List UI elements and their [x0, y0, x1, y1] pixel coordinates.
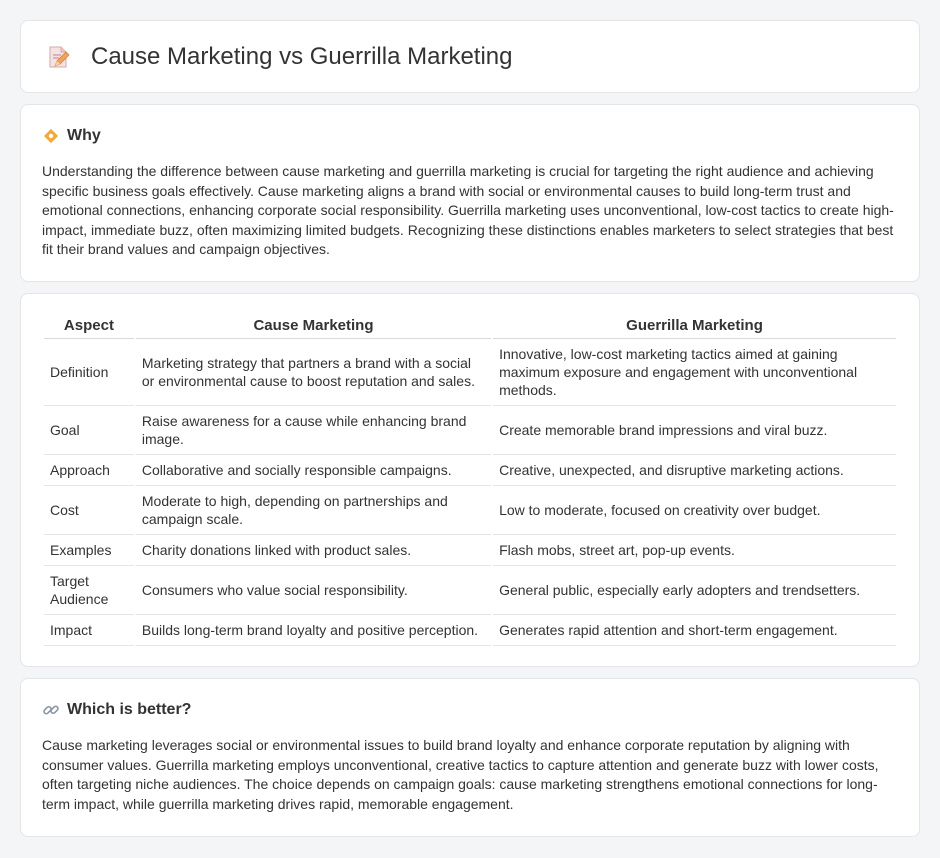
- header-aspect: Aspect: [44, 313, 134, 339]
- cause-cell: Moderate to high, depending on partnersh…: [135, 486, 492, 535]
- which-is-better-section: Which is better? Cause marketing leverag…: [20, 678, 920, 837]
- which-is-better-title: Which is better?: [67, 701, 192, 718]
- aspect-cell: Definition: [44, 339, 134, 406]
- why-text: Understanding the difference between cau…: [42, 163, 894, 258]
- cause-cell: Builds long-term brand loyalty and posit…: [135, 615, 492, 646]
- guerrilla-cell: General public, especially early adopter…: [493, 566, 896, 615]
- guerrilla-cell: Low to moderate, focused on creativity o…: [493, 486, 896, 535]
- header-guerrilla-marketing: Guerrilla Marketing: [493, 313, 896, 339]
- cause-cell: Marketing strategy that partners a brand…: [135, 339, 492, 406]
- diamond-icon: [42, 127, 60, 145]
- table-row: Impact Builds long-term brand loyalty an…: [44, 615, 896, 646]
- aspect-cell: Target Audience: [44, 566, 134, 615]
- guerrilla-cell: Flash mobs, street art, pop-up events.: [493, 535, 896, 566]
- why-section: Why Understanding the difference between…: [20, 104, 920, 282]
- aspect-cell: Cost: [44, 486, 134, 535]
- table-row: Target Audience Consumers who value soci…: [44, 566, 896, 615]
- table-row: Goal Raise awareness for a cause while e…: [44, 406, 896, 455]
- table-row: Definition Marketing strategy that partn…: [44, 339, 896, 406]
- header-cause-marketing: Cause Marketing: [135, 313, 492, 339]
- header-card: Cause Marketing vs Guerrilla Marketing: [20, 20, 920, 93]
- cause-cell: Raise awareness for a cause while enhanc…: [135, 406, 492, 455]
- link-icon: [42, 701, 60, 719]
- comparison-table: Aspect Cause Marketing Guerrilla Marketi…: [42, 313, 898, 646]
- cause-cell: Charity donations linked with product sa…: [135, 535, 492, 566]
- guerrilla-cell: Generates rapid attention and short-term…: [493, 615, 896, 646]
- guerrilla-cell: Create memorable brand impressions and v…: [493, 406, 896, 455]
- table-header-row: Aspect Cause Marketing Guerrilla Marketi…: [44, 313, 896, 339]
- guerrilla-cell: Innovative, low-cost marketing tactics a…: [493, 339, 896, 406]
- comparison-table-card: Aspect Cause Marketing Guerrilla Marketi…: [20, 293, 920, 667]
- why-title: Why: [67, 127, 101, 144]
- aspect-cell: Impact: [44, 615, 134, 646]
- aspect-cell: Approach: [44, 455, 134, 486]
- table-row: Cost Moderate to high, depending on part…: [44, 486, 896, 535]
- aspect-cell: Goal: [44, 406, 134, 455]
- cause-cell: Consumers who value social responsibilit…: [135, 566, 492, 615]
- guerrilla-cell: Creative, unexpected, and disruptive mar…: [493, 455, 896, 486]
- table-row: Examples Charity donations linked with p…: [44, 535, 896, 566]
- aspect-cell: Examples: [44, 535, 134, 566]
- which-is-better-text: Cause marketing leverages social or envi…: [42, 737, 879, 812]
- document-pencil-icon: [45, 44, 71, 70]
- table-row: Approach Collaborative and socially resp…: [44, 455, 896, 486]
- cause-cell: Collaborative and socially responsible c…: [135, 455, 492, 486]
- page-title: Cause Marketing vs Guerrilla Marketing: [91, 42, 513, 70]
